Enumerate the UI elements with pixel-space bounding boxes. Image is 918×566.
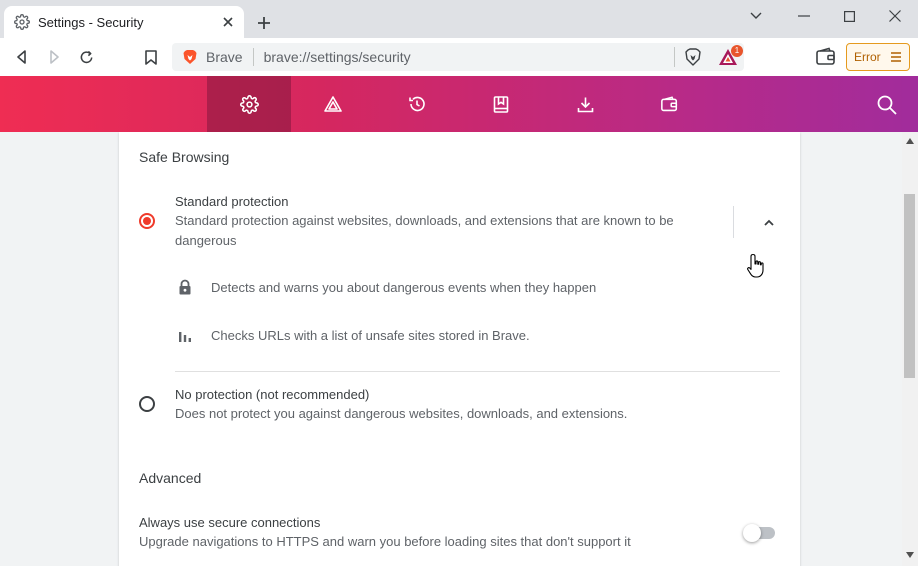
security-card: Safe Browsing Standard protection Standa… [119,132,800,566]
secure-connections-description: Upgrade navigations to HTTPS and warn yo… [139,534,631,549]
gear-icon [239,94,259,114]
standard-protection-radio[interactable] [139,213,155,229]
search-icon[interactable] [876,94,898,116]
scroll-up-arrow-icon[interactable] [906,138,914,144]
wallet-icon [660,95,677,111]
maximize-icon[interactable] [829,4,869,28]
nav-downloads[interactable] [543,76,627,132]
nav-history[interactable] [375,76,459,132]
scroll-thumb[interactable] [904,194,915,378]
toolbar: Brave brave://settings/security 1 Error [0,38,918,76]
downloads-icon [577,97,593,112]
nav-rewards[interactable] [291,76,375,132]
nav-wallet[interactable] [627,76,711,132]
nav-bookmarks[interactable] [459,76,543,132]
chevron-down-icon[interactable] [736,4,776,28]
no-protection-description: Does not protect you against dangerous w… [175,406,628,421]
safe-browsing-heading: Safe Browsing [139,149,230,165]
error-label: Error [854,50,881,64]
tab-close-icon[interactable] [220,14,236,30]
rewards-badge: 1 [731,45,743,57]
bookmarks-icon [493,95,509,113]
hand-cursor-icon [747,253,764,278]
no-protection-radio[interactable] [139,396,155,412]
standard-protection-description: Standard protection against websites, do… [175,213,674,248]
wallet-icon[interactable] [815,47,837,67]
secure-connections-toggle[interactable] [743,524,777,542]
close-icon[interactable] [875,4,915,28]
hamburger-menu-icon [891,52,901,62]
settings-nav-bar [0,76,918,132]
expand-separator [733,206,734,238]
brave-shields-icon[interactable] [684,48,702,66]
tab-strip: Settings - Security [0,0,918,38]
reload-icon[interactable] [75,46,97,68]
site-chip: Brave [206,49,243,65]
detail-detects-text: Detects and warns you about dangerous ev… [211,280,597,295]
brave-lion-icon [183,50,197,64]
minimize-icon[interactable] [784,4,824,28]
detail-checks-text: Checks URLs with a list of unsafe sites … [211,328,530,343]
chevron-up-icon [764,219,774,226]
address-bar[interactable]: Brave brave://settings/security 1 [172,43,744,71]
standard-protection-title: Standard protection [175,194,289,209]
brave-rewards-icon [324,96,342,112]
secure-connections-title: Always use secure connections [139,515,321,530]
omnibox-separator [252,48,254,66]
forward-icon[interactable] [43,46,65,68]
toggle-knob [743,524,761,542]
scrollbar[interactable] [902,132,918,566]
bar-chart-icon [179,332,191,342]
divider [175,371,780,372]
nav-settings[interactable] [207,76,291,132]
url-text[interactable]: brave://settings/security [264,49,744,65]
lock-icon [179,279,191,295]
bookmark-icon[interactable] [140,46,162,68]
collapse-button[interactable] [759,212,779,232]
history-icon [409,96,425,112]
gear-icon [14,14,30,30]
settings-content: Safe Browsing Standard protection Standa… [0,132,902,566]
new-tab-icon[interactable] [254,13,274,33]
error-menu-button[interactable]: Error [846,43,910,71]
back-icon[interactable] [11,46,33,68]
no-protection-title: No protection (not recommended) [175,387,370,402]
advanced-heading: Advanced [139,470,202,486]
tab-title: Settings - Security [38,14,144,30]
scroll-down-arrow-icon[interactable] [906,552,914,558]
omnibox-divider [674,47,675,67]
tab-settings-security[interactable]: Settings - Security [4,6,244,38]
